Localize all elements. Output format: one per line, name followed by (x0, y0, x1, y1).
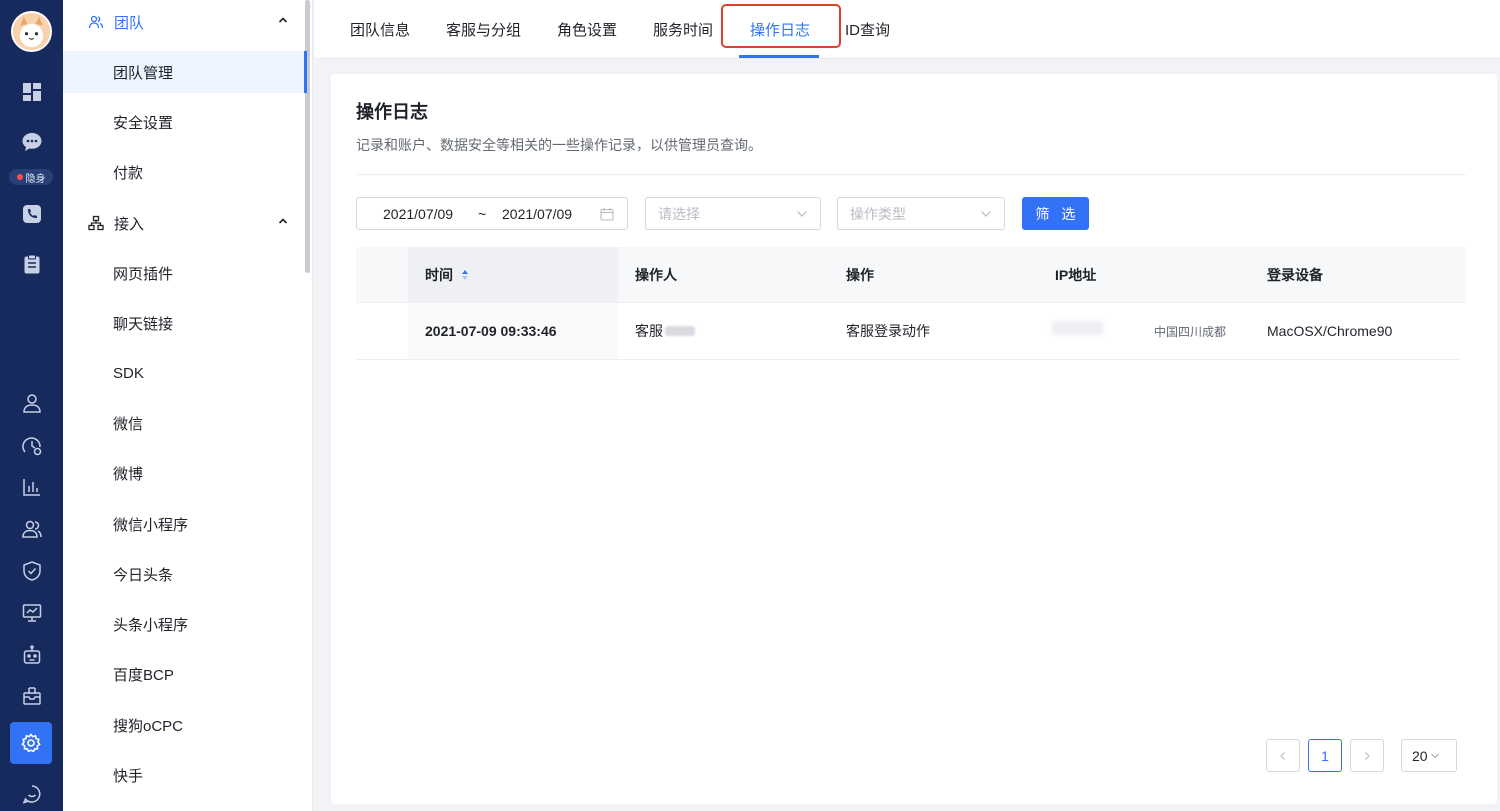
calendar-icon (600, 208, 614, 221)
icon-rail: 隐身 (0, 0, 63, 811)
filter-button[interactable]: 筛 选 (1022, 197, 1089, 230)
table-header: 时间 操作人 操作 IP地址 登录设备 (356, 247, 1466, 303)
phone-icon[interactable] (17, 199, 47, 229)
page-number-button[interactable]: 1 (1308, 739, 1342, 772)
page-title: 操作日志 (356, 102, 428, 122)
cell-time: 2021-07-09 09:33:46 (425, 323, 557, 339)
date-range-picker[interactable]: 2021/07/09 ~ 2021/07/09 (356, 197, 628, 230)
settings-icon[interactable] (10, 722, 52, 764)
cell-ip-location: 中国四川成都 (1154, 324, 1227, 339)
date-end[interactable]: 2021/07/09 (502, 206, 572, 222)
operator-name: 客服 (635, 323, 663, 339)
settings-sidebar: 团队 团队管理 安全设置 付款 接入 网页插件 聊天链接 SDK 微信 微博 微… (63, 0, 313, 811)
sidebar-item-web-plugin[interactable]: 网页插件 (63, 252, 307, 294)
sidebar-item-wechat-miniprogram[interactable]: 微信小程序 (63, 503, 307, 545)
content-card: 操作日志 记录和账户、数据安全等相关的一些操作记录，以供管理员查询。 2021/… (331, 74, 1497, 804)
tab-bar: 团队信息 客服与分组 角色设置 服务时间 操作日志 ID查询 (314, 0, 1500, 59)
sidebar-group-label: 团队 (114, 14, 145, 32)
operation-type-select[interactable]: 操作类型 (837, 197, 1005, 230)
page-size-value: 20 (1412, 747, 1428, 764)
sidebar-item-payment[interactable]: 付款 (63, 151, 307, 193)
message-icon[interactable] (17, 779, 47, 809)
network-icon (88, 215, 104, 231)
column-header-time[interactable]: 时间 (425, 247, 469, 303)
redacted-ip (1051, 321, 1103, 335)
dashboard-icon[interactable] (17, 77, 47, 107)
monitor-icon[interactable] (17, 598, 47, 628)
date-start[interactable]: 2021/07/09 (383, 206, 453, 222)
column-header-label: 时间 (425, 267, 453, 283)
avatar[interactable] (11, 11, 52, 52)
column-header-device: 登录设备 (1267, 267, 1323, 283)
status-badge-label: 隐身 (25, 173, 46, 185)
team-icon[interactable] (17, 514, 47, 544)
sidebar-item-toutiao-miniprogram[interactable]: 头条小程序 (63, 603, 307, 645)
sidebar-item-toutiao[interactable]: 今日头条 (63, 553, 307, 595)
bar-chart-icon[interactable] (17, 472, 47, 502)
redacted-text (665, 326, 695, 336)
mail-box-icon[interactable] (17, 681, 47, 711)
team-icon (88, 14, 104, 30)
sidebar-item-sogou-ocpc[interactable]: 搜狗oCPC (63, 704, 307, 746)
annotation-highlight-box (721, 4, 841, 48)
column-header-operator: 操作人 (635, 267, 677, 283)
column-header-action: 操作 (846, 267, 874, 283)
shield-icon[interactable] (17, 556, 47, 586)
chevron-left-icon (1280, 751, 1285, 760)
sidebar-item-chat-link[interactable]: 聊天链接 (63, 302, 307, 344)
sort-icon[interactable] (461, 269, 469, 281)
sidebar-item-security-settings[interactable]: 安全设置 (63, 101, 307, 143)
page-description: 记录和账户、数据安全等相关的一些操作记录，以供管理员查询。 (356, 137, 762, 153)
column-header-ip: IP地址 (1055, 267, 1097, 283)
sidebar-item-team-management[interactable]: 团队管理 (63, 51, 307, 93)
cell-action: 客服登录动作 (846, 323, 930, 339)
clock-history-icon[interactable] (17, 431, 47, 461)
chevron-down-icon (981, 211, 991, 217)
active-tab-indicator (739, 55, 819, 58)
divider (356, 174, 1466, 175)
chevron-right-icon (1365, 751, 1370, 760)
operator-select[interactable]: 请选择 (645, 197, 821, 230)
tab-id-query[interactable]: ID查询 (845, 0, 890, 58)
page-size-select[interactable]: 20 (1401, 739, 1457, 772)
tab-team-info[interactable]: 团队信息 (350, 0, 410, 58)
sidebar-group-team[interactable]: 团队 (63, 0, 307, 44)
date-separator: ~ (478, 205, 487, 222)
chevron-down-icon (797, 211, 807, 217)
tab-role-settings[interactable]: 角色设置 (557, 0, 617, 58)
sidebar-group-label: 接入 (114, 215, 145, 233)
chevron-down-icon (1430, 753, 1439, 758)
operation-type-placeholder: 操作类型 (850, 205, 906, 222)
robot-icon[interactable] (17, 640, 47, 670)
chevron-up-icon (278, 218, 288, 224)
operator-select-placeholder: 请选择 (658, 205, 700, 222)
status-badge[interactable]: 隐身 (9, 169, 53, 185)
table-row: 2021-07-09 09:33:46 客服 客服登录动作 中国四川成都 Mac… (356, 303, 1460, 360)
sidebar-item-weibo[interactable]: 微博 (63, 452, 307, 494)
sidebar-item-sdk[interactable]: SDK (63, 352, 307, 394)
chevron-up-icon (278, 17, 288, 23)
sidebar-item-wechat[interactable]: 微信 (63, 402, 307, 444)
clipboard-icon[interactable] (17, 249, 47, 279)
tab-agents-groups[interactable]: 客服与分组 (446, 0, 521, 58)
next-page-button[interactable] (1350, 739, 1384, 772)
cell-device: MacOSX/Chrome90 (1267, 323, 1393, 339)
sidebar-item-kuaishou[interactable]: 快手 (63, 754, 307, 796)
sidebar-group-access[interactable]: 接入 (63, 201, 307, 245)
chat-icon[interactable] (17, 127, 47, 157)
user-icon[interactable] (17, 388, 47, 418)
cell-operator: 客服 (635, 303, 695, 359)
sidebar-item-baidu-bcp[interactable]: 百度BCP (63, 653, 307, 695)
status-dot (16, 174, 23, 180)
prev-page-button[interactable] (1266, 739, 1300, 772)
tab-service-hours[interactable]: 服务时间 (653, 0, 713, 58)
app-window: 隐身 团队 团队管理 安全设置 付款 接入 网页插件 聊天链接 SDK 微信 微… (0, 0, 1500, 811)
